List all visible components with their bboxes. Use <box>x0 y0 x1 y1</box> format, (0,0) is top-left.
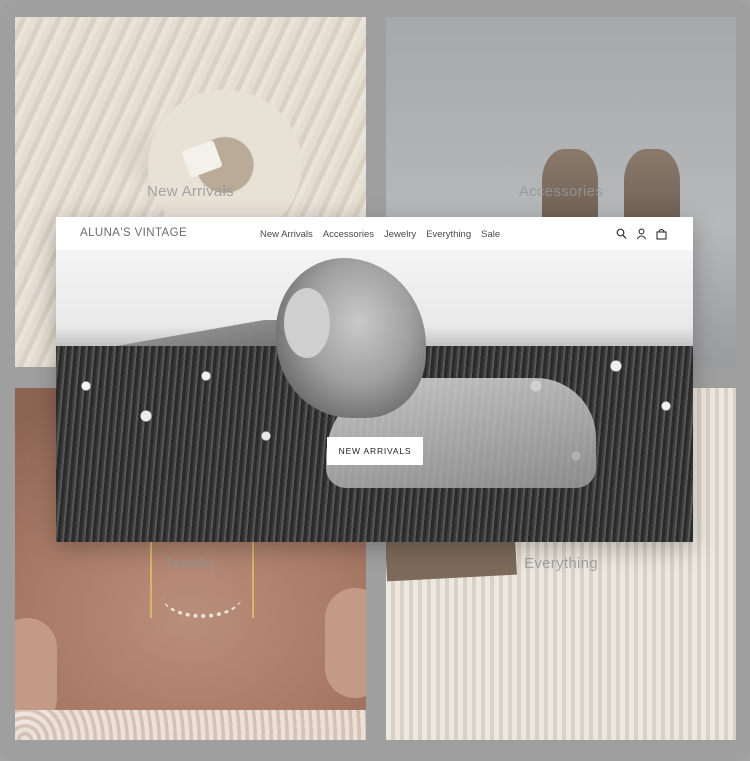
necklace-image <box>150 538 254 618</box>
tile-label: New Arrivals <box>147 183 234 200</box>
lace-image <box>15 710 366 740</box>
sweater-collar-image <box>135 77 315 237</box>
website-preview: ALUNA'S VINTAGE New Arrivals Accessories… <box>56 217 693 542</box>
nav-sale[interactable]: Sale <box>481 229 500 240</box>
header-icons <box>616 227 667 240</box>
nav-accessories[interactable]: Accessories <box>323 229 374 240</box>
nav-new-arrivals[interactable]: New Arrivals <box>260 229 313 240</box>
new-arrivals-button[interactable]: NEW ARRIVALS <box>327 437 423 465</box>
nav-everything[interactable]: Everything <box>426 229 471 240</box>
nav-jewelry[interactable]: Jewelry <box>384 229 416 240</box>
site-header: ALUNA'S VINTAGE New Arrivals Accessories… <box>56 217 693 250</box>
tile-label: Everything <box>524 555 598 572</box>
search-icon[interactable] <box>616 227 627 239</box>
main-nav: New Arrivals Accessories Jewelry Everyth… <box>260 229 500 240</box>
account-icon[interactable] <box>636 227 647 240</box>
hand-image <box>325 588 366 698</box>
cart-icon[interactable] <box>656 227 667 240</box>
model-face <box>284 288 330 358</box>
store-logo[interactable]: ALUNA'S VINTAGE <box>80 227 187 239</box>
tile-label: Accessories <box>518 183 604 200</box>
hero-banner: NEW ARRIVALS <box>56 250 693 542</box>
tile-label: Jewelry <box>164 555 217 572</box>
collage-frame: New Arrivals Accessories Jewelry Everyth… <box>0 0 750 761</box>
